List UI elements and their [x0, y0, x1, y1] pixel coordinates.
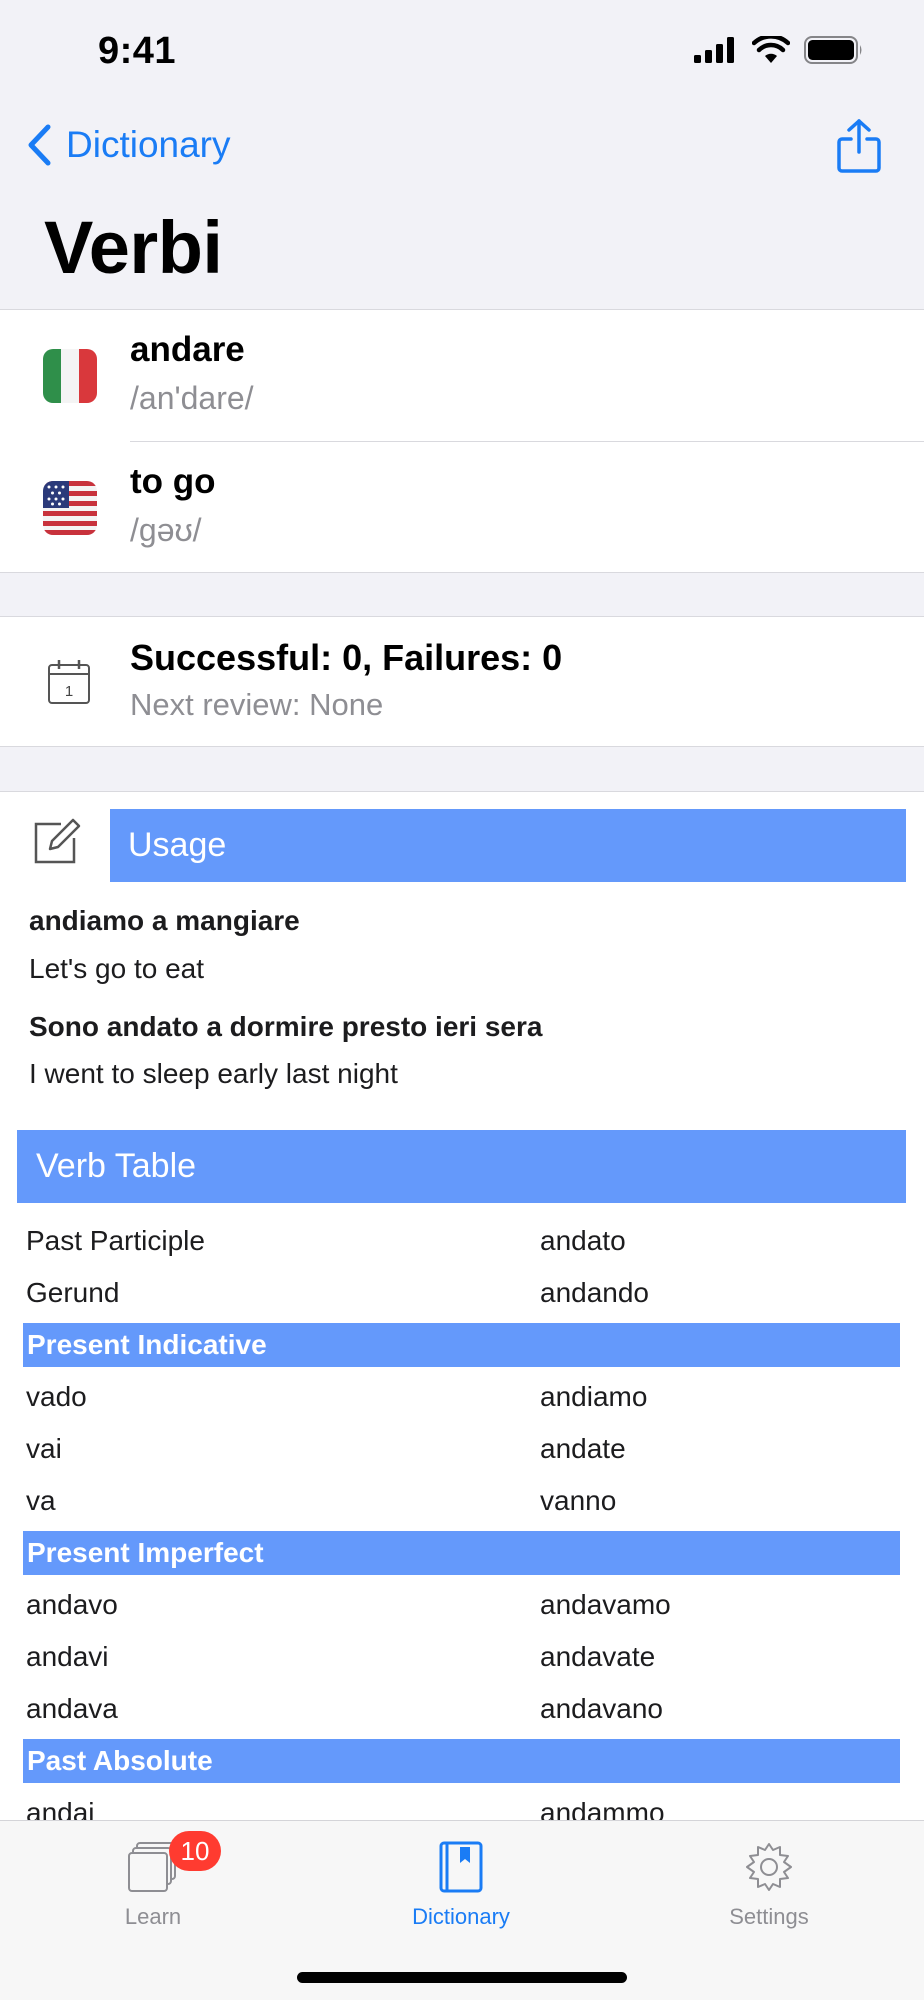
- word-pronunciation: /an'dare/: [130, 380, 254, 416]
- conjugation-cell: vado: [26, 1381, 87, 1412]
- conjugation-cell: andavo: [26, 1589, 118, 1620]
- review-section: 1 Successful: 0, Failures: 0 Next review…: [0, 616, 924, 747]
- tab-settings-label: Settings: [729, 1904, 809, 1929]
- tense-header: Present Imperfect: [23, 1531, 900, 1575]
- share-button[interactable]: [836, 118, 882, 179]
- conjugation-cell: andavamo: [540, 1589, 671, 1620]
- tab-learn-label: Learn: [124, 1904, 182, 1929]
- calendar-day: 1: [65, 683, 73, 700]
- usage-header: Usage: [110, 809, 906, 882]
- word-term: andare: [130, 330, 245, 369]
- back-label: Dictionary: [66, 124, 231, 165]
- word-row-italian[interactable]: andare /an'dare/: [0, 310, 924, 441]
- wifi-icon: [752, 36, 790, 63]
- conjugation-cell: va: [26, 1485, 56, 1516]
- verb-form-label: Past Participle: [26, 1225, 205, 1256]
- usage-translation: I went to sleep early last night: [29, 1058, 398, 1089]
- gear-icon: [746, 1843, 792, 1891]
- verb-form-label: Gerund: [26, 1277, 120, 1308]
- learn-badge: 10: [169, 1831, 221, 1871]
- usage-phrase: Sono andato a dormire presto ieri sera: [29, 1011, 543, 1042]
- back-button[interactable]: Dictionary: [26, 124, 231, 166]
- word-row-english[interactable]: to go /gəʊ/: [0, 442, 924, 573]
- book-icon: [439, 1841, 483, 1893]
- battery-icon: [804, 36, 862, 64]
- edit-icon: [34, 818, 81, 864]
- tense-header: Past Absolute: [23, 1739, 900, 1783]
- conjugation-cell: andavate: [540, 1641, 656, 1672]
- edit-usage-button[interactable]: [33, 816, 83, 869]
- conjugation-cell: andavano: [540, 1693, 664, 1724]
- conjugation-cell: vai: [26, 1433, 62, 1464]
- next-review: Next review: None: [130, 687, 384, 722]
- conjugation-cell: andava: [26, 1693, 118, 1724]
- chevron-left-icon: [28, 124, 51, 166]
- tab-dictionary-label: Dictionary: [412, 1904, 510, 1929]
- word-pronunciation: /gəʊ/: [130, 512, 202, 548]
- verb-form-value: andando: [540, 1277, 650, 1308]
- share-icon: [837, 119, 881, 173]
- status-time: 9:41: [98, 30, 177, 72]
- usage-phrase: andiamo a mangiare: [29, 905, 300, 936]
- details-content[interactable]: Usage andiamo a mangiare Let's go to eat…: [0, 791, 924, 1821]
- usage-translation: Let's go to eat: [29, 953, 205, 984]
- tab-learn[interactable]: Learn 10: [53, 1831, 253, 1930]
- status-bar: 9:41: [0, 0, 924, 100]
- conjugation-cell: andate: [540, 1433, 626, 1464]
- status-icons: [694, 36, 864, 64]
- word-section: andare /an'dare/ to go /gəʊ/: [0, 309, 924, 573]
- page-title: Verbi: [44, 206, 223, 289]
- italy-flag-icon: [43, 349, 97, 403]
- conjugation-cell: andai: [26, 1797, 95, 1821]
- tab-dictionary[interactable]: Dictionary: [361, 1841, 561, 1930]
- conjugation-cell: andiamo: [540, 1381, 648, 1412]
- review-stats: Successful: 0, Failures: 0: [130, 637, 563, 678]
- conjugation-cell: andammo: [540, 1797, 665, 1821]
- usa-flag-icon: [43, 481, 97, 535]
- verb-form-value: andato: [540, 1225, 626, 1256]
- tab-settings[interactable]: Settings: [669, 1841, 869, 1930]
- conjugation-cell: vanno: [540, 1485, 617, 1516]
- conjugation-cell: andavi: [26, 1641, 109, 1672]
- verb-table-header: Verb Table: [17, 1130, 906, 1203]
- word-term: to go: [130, 462, 216, 501]
- home-indicator: [297, 1972, 627, 1983]
- signal-icon: [694, 37, 734, 63]
- tense-header: Present Indicative: [23, 1323, 900, 1367]
- calendar-icon: 1: [48, 660, 90, 704]
